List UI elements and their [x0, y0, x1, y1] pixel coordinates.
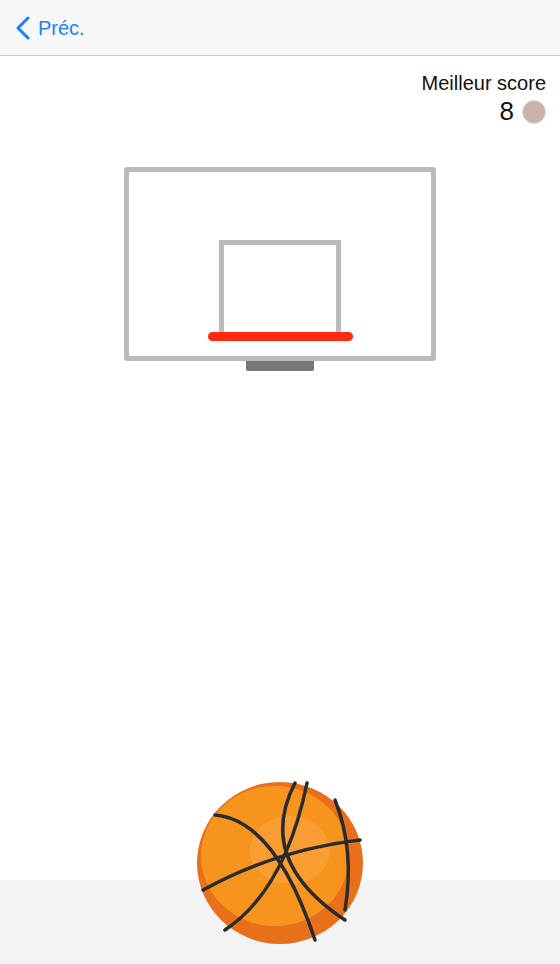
avatar [522, 100, 546, 124]
back-label: Préc. [38, 16, 85, 40]
basketball[interactable] [195, 780, 365, 946]
game-screen: Préc. Meilleur score 8 [0, 0, 560, 964]
navigation-bar: Préc. [0, 0, 560, 56]
chevron-left-icon [16, 16, 30, 40]
rim-bracket [246, 361, 314, 371]
best-score: Meilleur score 8 [0, 56, 560, 127]
rim [208, 332, 353, 341]
backboard [124, 167, 436, 361]
best-score-label: Meilleur score [422, 70, 546, 96]
best-score-value: 8 [500, 96, 514, 127]
hoop [0, 127, 560, 371]
basketball-icon [195, 780, 365, 946]
backboard-square [219, 240, 341, 332]
back-button[interactable]: Préc. [14, 12, 87, 44]
